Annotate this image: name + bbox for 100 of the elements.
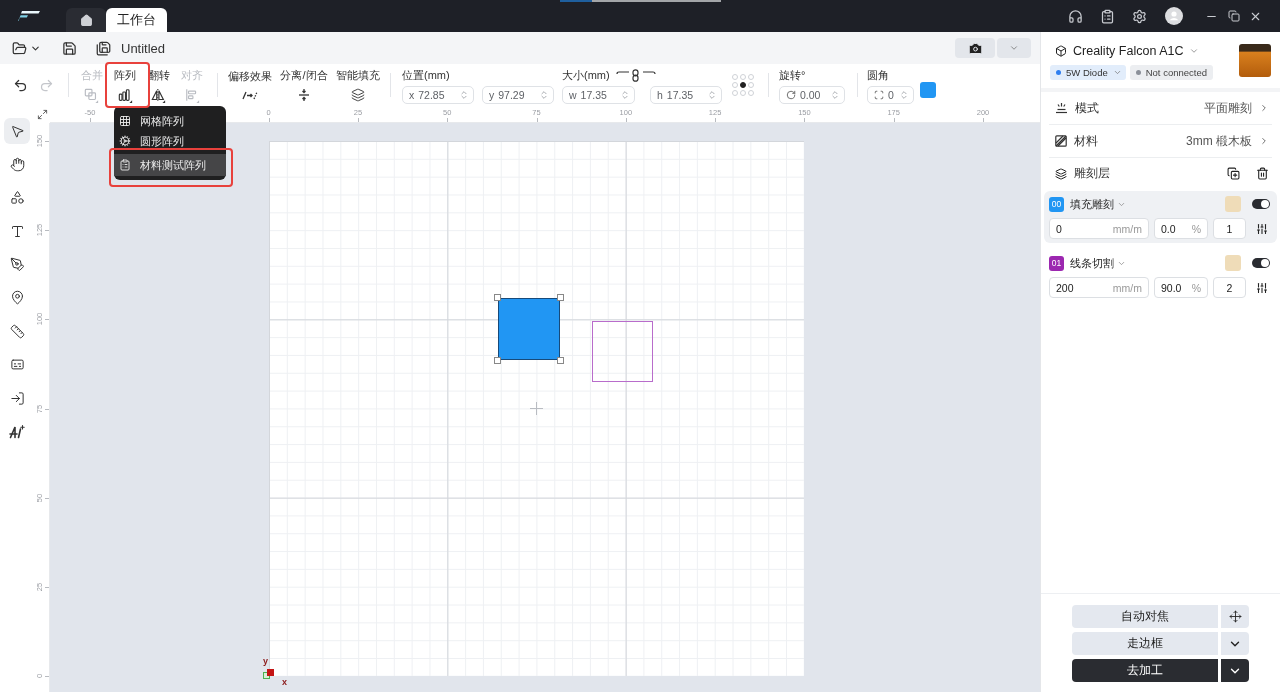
align-left-icon xyxy=(184,87,200,103)
save-copy-icon xyxy=(96,40,111,56)
layer-settings-button[interactable] xyxy=(1256,281,1268,294)
camera-button[interactable] xyxy=(955,38,995,58)
location-pin-icon xyxy=(9,290,25,306)
speed-field[interactable]: 0 mm/m xyxy=(1049,218,1149,239)
separate-button[interactable]: 分离/闭合 xyxy=(277,64,331,106)
settings-icon[interactable] xyxy=(1132,8,1147,24)
layers-icon xyxy=(351,88,365,102)
chevron-right-icon xyxy=(1259,103,1269,113)
power-field[interactable]: 0.0 % xyxy=(1154,218,1208,239)
cube-icon xyxy=(1055,45,1067,57)
device-name: Creality Falcon A1C xyxy=(1073,44,1184,58)
chevron-down-icon xyxy=(1009,43,1019,53)
home-icon xyxy=(79,13,93,27)
trash-icon xyxy=(1256,167,1269,180)
layer-number: 01 xyxy=(1049,255,1064,271)
home-tab[interactable] xyxy=(66,8,106,32)
corner-radius-field[interactable]: 0 xyxy=(867,85,914,104)
save-as-button[interactable] xyxy=(96,40,111,56)
text-icon xyxy=(9,223,25,239)
position-field[interactable]: y 97.29 xyxy=(482,85,554,104)
redo-icon xyxy=(38,77,54,93)
mode-setting[interactable]: 模式 平面雕刻 xyxy=(1049,92,1272,125)
y-axis-label: y xyxy=(263,656,268,666)
smart-fill-button[interactable]: 智能填充 xyxy=(331,64,385,106)
size-field[interactable]: w 17.35 xyxy=(562,85,635,104)
jog-button[interactable] xyxy=(1221,605,1249,628)
ai-sparkle-icon xyxy=(9,423,25,440)
layer-settings-button[interactable] xyxy=(1256,222,1268,235)
power-field[interactable]: 90.0 % xyxy=(1154,277,1208,298)
passes-field[interactable]: 1 xyxy=(1213,218,1246,239)
speed-field[interactable]: 200 mm/m xyxy=(1049,277,1149,298)
layer-toggle[interactable] xyxy=(1252,199,1270,209)
camera-icon xyxy=(967,40,983,56)
resize-handle[interactable] xyxy=(557,357,564,364)
material-color-swatch-icon xyxy=(1225,255,1241,271)
menu-item[interactable]: 网格阵列 xyxy=(113,114,226,128)
cog-icon xyxy=(118,135,131,147)
layer-card[interactable]: 00 填充雕刻 0 mm/m 0.0 % 1 xyxy=(1044,191,1277,243)
setting-value: 3mm 椴木板 xyxy=(1186,132,1252,150)
split-arrows-icon xyxy=(298,88,310,102)
anchor-point[interactable] xyxy=(740,82,746,88)
aspect-lock-link-icon[interactable] xyxy=(615,68,656,82)
menu-item-label: 网格阵列 xyxy=(139,114,184,128)
delete-layer-button[interactable] xyxy=(1256,167,1269,180)
layer-mode-selector[interactable]: 线条切割 xyxy=(1070,255,1126,271)
bars-icon xyxy=(117,87,133,103)
workbench-tab[interactable]: 工作台 xyxy=(106,8,167,32)
setting-label: 模式 xyxy=(1075,99,1099,117)
save-button[interactable] xyxy=(62,40,77,56)
origin-marker-icon xyxy=(263,668,275,680)
passes-field[interactable]: 2 xyxy=(1213,277,1246,298)
setting-label: 材料 xyxy=(1074,132,1098,150)
position-field[interactable]: x 72.85 xyxy=(402,85,474,104)
offset-button[interactable]: 偏移效果 xyxy=(223,64,277,106)
size-field[interactable]: h 17.35 xyxy=(650,85,722,104)
rotate-icon xyxy=(786,89,796,100)
chevron-right-icon xyxy=(1259,136,1269,146)
x-axis-label: x xyxy=(282,677,287,687)
sliders-icon xyxy=(1256,222,1268,235)
material-color-swatch-icon xyxy=(1225,196,1241,212)
start-button[interactable]: 去加工 xyxy=(1072,659,1218,682)
hatched-square-icon xyxy=(1055,135,1067,147)
grid-icon xyxy=(118,115,131,127)
menu-item[interactable]: 材料测试阵列 xyxy=(113,154,226,176)
setting-value: 平面雕刻 xyxy=(1204,99,1252,117)
crosshair-icon xyxy=(530,402,543,415)
fill-color-swatch-icon[interactable] xyxy=(920,82,936,98)
material-setting[interactable]: 材料 3mm 椴木板 xyxy=(1049,125,1272,158)
add-layer-button[interactable] xyxy=(1227,167,1240,180)
start-options-button[interactable] xyxy=(1221,659,1249,682)
layer-mode-selector[interactable]: 填充雕刻 xyxy=(1070,196,1126,212)
rotation-field[interactable]: 0.00 xyxy=(779,85,845,104)
caption-image-icon xyxy=(9,357,25,373)
chevron-down-icon xyxy=(1112,68,1122,77)
select-tool[interactable] xyxy=(4,118,30,144)
laser-module-selector[interactable]: 5W Diode xyxy=(1050,65,1126,80)
resize-handle[interactable] xyxy=(557,294,564,301)
array-button[interactable]: 阵列 xyxy=(108,64,142,106)
offset-path-icon xyxy=(242,89,258,101)
fit-view-icon[interactable] xyxy=(36,109,48,120)
frame-button[interactable]: 走边框 xyxy=(1072,632,1218,655)
layer-number: 00 xyxy=(1049,196,1064,212)
layers-title: 雕刻层 xyxy=(1074,165,1110,182)
ruler-icon xyxy=(9,323,25,339)
restore-icon[interactable] xyxy=(1228,10,1240,22)
menu-item[interactable]: 圆形阵列 xyxy=(113,134,226,148)
resize-handle[interactable] xyxy=(494,357,501,364)
clipboard-icon[interactable] xyxy=(1100,8,1115,24)
filled-rectangle[interactable] xyxy=(498,298,560,360)
avatar-icon[interactable] xyxy=(1165,7,1183,25)
resize-handle[interactable] xyxy=(494,294,501,301)
clipboard-list-icon xyxy=(118,159,131,171)
outlined-rectangle[interactable] xyxy=(592,321,653,382)
layer-toggle[interactable] xyxy=(1252,258,1270,268)
autofocus-button[interactable]: 自动对焦 xyxy=(1072,605,1218,628)
shapes-icon xyxy=(9,190,25,206)
headset-icon[interactable] xyxy=(1068,8,1083,24)
frame-options-button[interactable] xyxy=(1221,632,1249,655)
